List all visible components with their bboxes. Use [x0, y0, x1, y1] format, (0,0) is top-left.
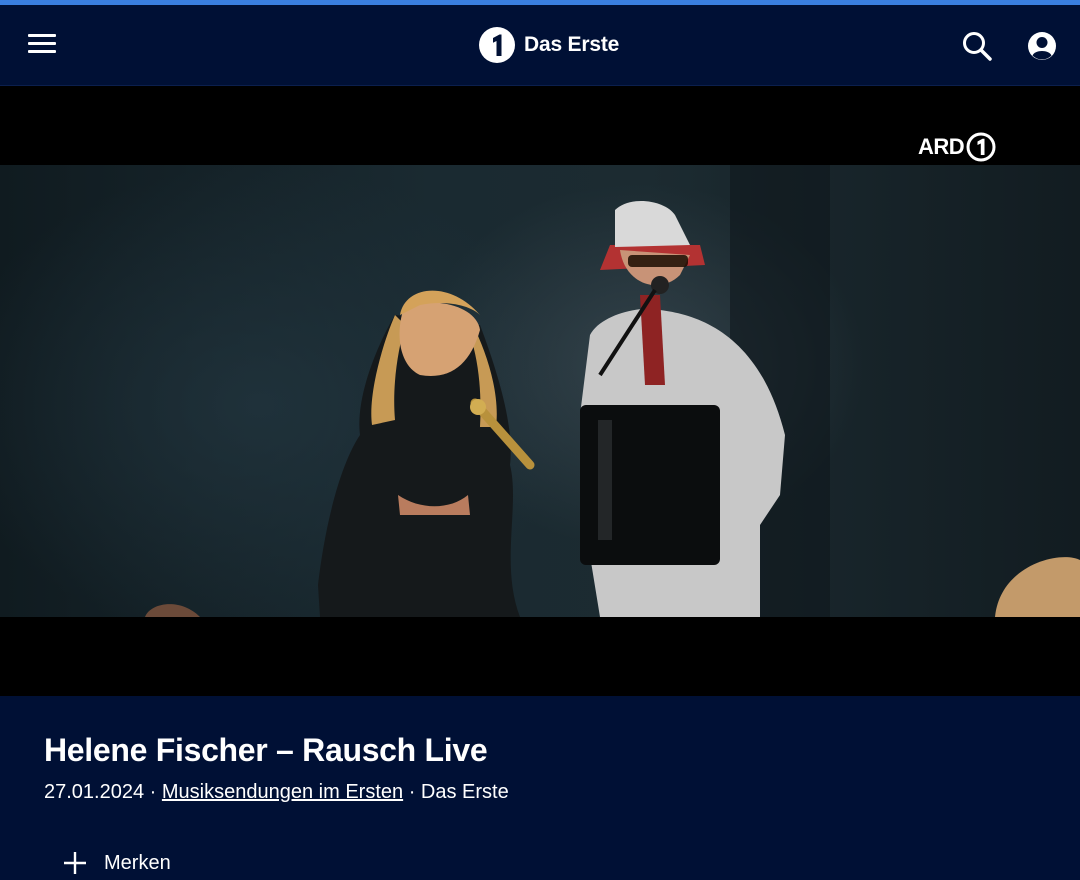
ard-channel-badge: ARD — [918, 132, 996, 162]
search-icon[interactable] — [960, 29, 994, 63]
plus-icon — [64, 852, 86, 874]
meta-separator: · — [149, 781, 162, 803]
hamburger-menu-icon[interactable] — [26, 30, 60, 60]
program-title: Helene Fischer – Rausch Live — [44, 732, 488, 768]
merken-label: Merken — [104, 851, 171, 874]
video-player[interactable]: ARD — [0, 86, 1080, 696]
ard-one-icon — [966, 132, 996, 162]
broadcast-date: 27.01.2024 — [44, 781, 145, 803]
program-info: Helene Fischer – Rausch Live 27.01.2024 … — [44, 730, 1044, 806]
video-frame[interactable] — [0, 165, 1080, 617]
brand-name: Das Erste — [524, 33, 620, 56]
das-erste-logo[interactable]: Das Erste — [478, 25, 619, 65]
account-icon[interactable] — [1026, 30, 1058, 62]
program-meta: 27.01.2024 · Musiksendungen im Ersten · … — [44, 778, 1044, 806]
meta-separator: · — [408, 781, 421, 803]
das-erste-one-icon — [479, 27, 515, 63]
merken-button[interactable]: Merken — [62, 850, 171, 876]
channel-name: Das Erste — [420, 781, 509, 803]
concert-scene-image — [145, 165, 1080, 617]
category-link[interactable]: Musiksendungen im Ersten — [162, 781, 403, 803]
top-nav-bar: Das Erste — [0, 5, 1080, 86]
